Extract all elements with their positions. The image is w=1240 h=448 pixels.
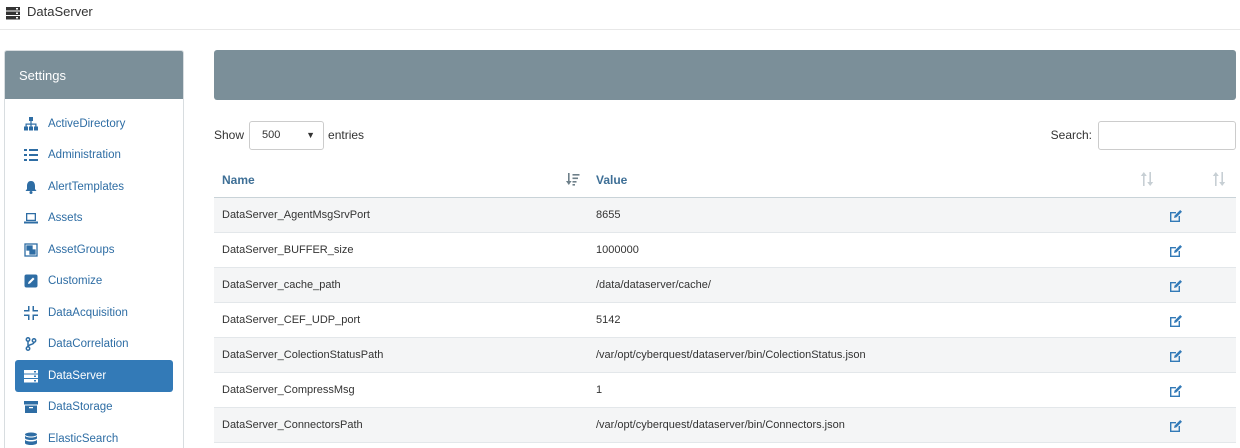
column-header-name[interactable]: Name [222, 173, 255, 187]
sidebar-item-datastorage[interactable]: DataStorage [15, 392, 173, 424]
sidebar-item-label: DataCorrelation [48, 338, 129, 351]
sidebar-item-label: AssetGroups [48, 243, 115, 256]
cell-value: 8655 [596, 209, 621, 221]
entries-select[interactable]: 500 ▼ [249, 120, 325, 150]
edit-icon[interactable] [1169, 244, 1183, 258]
database-icon [23, 432, 39, 446]
sidebar-item-customize[interactable]: Customize [15, 266, 173, 298]
sort-desc-icon[interactable] [566, 172, 580, 186]
sidebar-item-elasticsearch[interactable]: ElasticSearch [15, 423, 173, 448]
sort-both-icon[interactable] [1212, 172, 1226, 186]
bell-icon [23, 180, 39, 194]
sidebar-item-label: DataServer [48, 369, 107, 382]
caret-down-icon: ▼ [306, 130, 316, 140]
edit-icon[interactable] [1169, 279, 1183, 293]
compress-icon [23, 305, 39, 320]
sidebar-item-dataserver[interactable]: DataServer [15, 360, 173, 392]
edit-icon[interactable] [1169, 209, 1183, 223]
search-label: Search: [1050, 128, 1092, 142]
cell-value: /var/opt/cyberquest/dataserver/bin/Conne… [596, 419, 845, 431]
sort-both-icon[interactable] [1140, 172, 1154, 186]
edit-square-icon [23, 274, 39, 288]
table-row: DataServer_ConnectorsPath /var/opt/cyber… [214, 408, 1236, 443]
settings-table: Name Value DataServer_AgentMsgSrvPort 86… [214, 163, 1236, 443]
table-row: DataServer_AgentMsgSrvPort 8655 [214, 198, 1236, 233]
table-row: DataServer_cache_path /data/dataserver/c… [214, 268, 1236, 303]
cell-name: DataServer_CompressMsg [222, 384, 355, 396]
list-check-icon [23, 148, 39, 162]
entries-label: entries [328, 128, 365, 142]
page-title: DataServer [27, 4, 93, 19]
sidebar-item-datacorrelation[interactable]: DataCorrelation [15, 329, 173, 361]
panel-header [214, 50, 1236, 100]
table-row: DataServer_ColectionStatusPath /var/opt/… [214, 338, 1236, 373]
table-row: DataServer_BUFFER_size 1000000 [214, 233, 1236, 268]
column-header-value[interactable]: Value [596, 173, 627, 187]
sidebar-item-assets[interactable]: Assets [15, 203, 173, 235]
sidebar-item-label: ActiveDirectory [48, 117, 126, 130]
cell-value: /data/dataserver/cache/ [596, 279, 711, 291]
sidebar-item-label: Assets [48, 212, 83, 225]
table-row: DataServer_CompressMsg 1 [214, 373, 1236, 408]
search-input[interactable] [1098, 120, 1236, 150]
sidebar-item-label: Administration [48, 149, 121, 162]
sidebar-item-activedirectory[interactable]: ActiveDirectory [15, 108, 173, 140]
cell-value: 1000000 [596, 244, 639, 256]
sidebar-item-assetgroups[interactable]: AssetGroups [15, 234, 173, 266]
cell-name: DataServer_cache_path [222, 279, 341, 291]
cell-name: DataServer_CEF_UDP_port [222, 314, 361, 326]
entries-select-value: 500 [262, 129, 281, 141]
sitemap-icon [23, 116, 39, 131]
edit-icon[interactable] [1169, 314, 1183, 328]
table-header: Name Value [214, 163, 1236, 198]
cell-name: DataServer_BUFFER_size [222, 244, 354, 256]
sidebar-item-label: DataAcquisition [48, 306, 128, 319]
sidebar-item-label: ElasticSearch [48, 432, 119, 445]
sidebar-item-dataacquisition[interactable]: DataAcquisition [15, 297, 173, 329]
search-control: Search: [1051, 120, 1236, 150]
sidebar-header: Settings [5, 51, 183, 99]
archive-icon [23, 400, 39, 414]
server-icon [23, 369, 39, 383]
sidebar-menu: ActiveDirectory Administration AlertTemp… [5, 99, 183, 448]
cell-name: DataServer_AgentMsgSrvPort [222, 209, 370, 221]
cell-name: DataServer_ConnectorsPath [222, 419, 363, 431]
sidebar-item-alerttemplates[interactable]: AlertTemplates [15, 171, 173, 203]
cell-value: 1 [596, 384, 603, 396]
show-label: Show [214, 128, 245, 142]
cell-value: 5142 [596, 314, 621, 326]
top-bar: DataServer [0, 0, 1240, 30]
server-icon [6, 6, 20, 20]
code-branch-icon [23, 337, 39, 352]
edit-icon[interactable] [1169, 349, 1183, 363]
sidebar-item-label: DataStorage [48, 401, 113, 414]
entries-control: Show 500 ▼ entries [214, 120, 364, 150]
table-row: DataServer_CEF_UDP_port 5142 [214, 303, 1236, 338]
edit-icon[interactable] [1169, 419, 1183, 433]
cell-name: DataServer_ColectionStatusPath [222, 349, 384, 361]
sidebar-item-label: Customize [48, 275, 103, 288]
settings-sidebar: Settings ActiveDirectory Administration … [4, 50, 184, 448]
edit-icon[interactable] [1169, 384, 1183, 398]
laptop-icon [23, 211, 39, 225]
cell-value: /var/opt/cyberquest/dataserver/bin/Colec… [596, 349, 866, 361]
object-group-icon [23, 243, 39, 257]
sidebar-item-administration[interactable]: Administration [15, 140, 173, 172]
sidebar-item-label: AlertTemplates [48, 180, 125, 193]
